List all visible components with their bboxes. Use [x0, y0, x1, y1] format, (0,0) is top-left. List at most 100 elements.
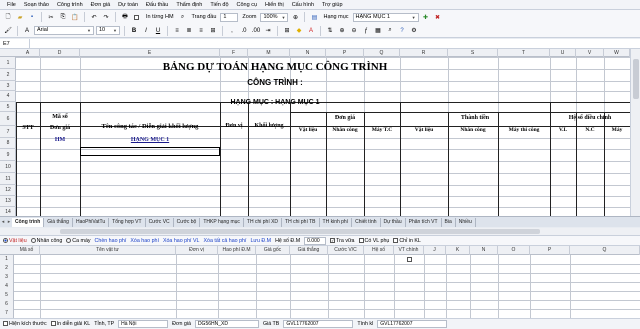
- sheet-tab[interactable]: Chiết tính: [352, 217, 381, 227]
- save-norm-link[interactable]: Lưu Đ.M: [250, 238, 271, 244]
- italic-icon[interactable]: I: [141, 26, 151, 36]
- decimal-decrease-icon[interactable]: .00: [251, 26, 261, 36]
- row-header[interactable]: 2: [0, 69, 16, 81]
- indent-icon[interactable]: ⇥: [263, 26, 273, 36]
- material-column-header[interactable]: Cước V/C: [328, 246, 364, 255]
- material-column-header[interactable]: Đơn vị: [176, 246, 218, 255]
- bold-icon[interactable]: B: [129, 26, 139, 36]
- sheet-tab[interactable]: Công trình: [12, 217, 45, 227]
- print-icon[interactable]: 🖶: [120, 12, 130, 22]
- help-icon[interactable]: ?: [397, 26, 407, 36]
- row-header[interactable]: 10: [0, 161, 16, 173]
- vt-chinh-checkbox[interactable]: [407, 257, 412, 262]
- menu-item[interactable]: Thẩm định: [172, 0, 206, 9]
- find-icon[interactable]: ⌕: [385, 26, 395, 36]
- material-row-header[interactable]: 5: [0, 291, 14, 300]
- row-header[interactable]: 3: [0, 81, 16, 91]
- material-column-header[interactable]: Mã số: [14, 246, 40, 255]
- scrollbar-thumb[interactable]: [60, 229, 540, 234]
- delete-consumption-link[interactable]: Xóa hao phí: [130, 238, 159, 244]
- row-header[interactable]: 14: [0, 207, 16, 216]
- sheet-tab[interactable]: Cước bộ: [174, 217, 201, 227]
- column-header[interactable]: E: [80, 49, 220, 57]
- material-row-header[interactable]: 4: [0, 282, 14, 291]
- scrollbar-thumb[interactable]: [633, 59, 639, 99]
- delete-row-icon[interactable]: ⊖: [349, 26, 359, 36]
- new-file-icon[interactable]: 🗋: [3, 12, 13, 22]
- align-right-icon[interactable]: ≡: [196, 26, 206, 36]
- row7-code[interactable]: HM: [40, 137, 80, 143]
- show-size-checkbox[interactable]: Hiện kích thước: [3, 321, 47, 327]
- material-price-select[interactable]: GVL17762007: [283, 320, 354, 328]
- row-header[interactable]: 8: [0, 138, 16, 149]
- underline-icon[interactable]: U: [153, 26, 163, 36]
- decimal-increase-icon[interactable]: .0: [239, 26, 249, 36]
- material-column-header[interactable]: VT chính: [394, 246, 424, 255]
- column-header[interactable]: T: [498, 49, 550, 57]
- sheet-tab[interactable]: TH kinh phí: [320, 217, 353, 227]
- material-grid[interactable]: Mã số Tên vật tư Đơn vị Hao phí Đ.M Giá gốc G…: [0, 246, 640, 318]
- cell-reference[interactable]: E7: [0, 38, 30, 49]
- row-header[interactable]: 12: [0, 185, 16, 196]
- column-header[interactable]: R: [400, 49, 448, 57]
- sheet-tab[interactable]: Dự thầu: [381, 217, 406, 227]
- menu-item[interactable]: Dự toán: [114, 0, 142, 9]
- row7-name[interactable]: HẠNG MỤC 1: [80, 137, 220, 143]
- align-center-icon[interactable]: ≣: [184, 26, 194, 36]
- insert-consumption-link[interactable]: Chèn hao phí: [95, 238, 127, 244]
- menu-item[interactable]: Soạn thảo: [20, 0, 53, 9]
- column-header[interactable]: S: [448, 49, 498, 57]
- horizontal-scrollbar[interactable]: [0, 228, 640, 235]
- material-column-header[interactable]: Tên vật tư: [40, 246, 176, 255]
- sheet-tab[interactable]: Giá thắng: [44, 217, 73, 227]
- menu-item[interactable]: Cấu hình: [288, 0, 318, 9]
- zoom-in-icon[interactable]: ⊕: [290, 12, 300, 22]
- material-column-header[interactable]: P: [530, 246, 570, 255]
- borders-icon[interactable]: ⊞: [282, 26, 292, 36]
- sheet-tab[interactable]: TH chi phí XD: [244, 217, 283, 227]
- sheet-tab[interactable]: Bia: [442, 217, 456, 227]
- cut-icon[interactable]: ✂: [46, 12, 56, 22]
- menu-item[interactable]: Trợ giúp: [318, 0, 347, 9]
- sheet-tab[interactable]: Phân tích VT: [406, 217, 442, 227]
- sheet-tab[interactable]: HaoPhiVatTu: [73, 217, 110, 227]
- copy-icon[interactable]: ⎘: [58, 12, 68, 22]
- page-start-input[interactable]: 1: [220, 12, 239, 22]
- selected-cell[interactable]: [80, 147, 220, 156]
- formula-icon[interactable]: ƒ: [361, 26, 371, 36]
- zoom-select[interactable]: 100% ▼: [260, 12, 289, 22]
- row-header[interactable]: 1: [0, 57, 16, 69]
- settings-icon[interactable]: ⚙: [409, 26, 419, 36]
- material-row-header[interactable]: 1: [0, 255, 14, 264]
- material-row-header[interactable]: 7: [0, 309, 14, 318]
- undo-icon[interactable]: ↶: [89, 12, 99, 22]
- material-column-header[interactable]: Hao phí Đ.M: [218, 246, 256, 255]
- column-header[interactable]: F: [220, 49, 248, 57]
- material-column-header[interactable]: K: [446, 246, 470, 255]
- calc-select[interactable]: GVL17762007: [377, 320, 448, 328]
- delete-consumption-vl-link[interactable]: Xóa hao phí VL: [163, 238, 200, 244]
- sort-icon[interactable]: ⇅: [325, 26, 335, 36]
- font-name-select[interactable]: Arial ▼: [34, 26, 94, 35]
- formula-input[interactable]: [30, 39, 640, 49]
- font-color-icon[interactable]: A: [306, 26, 316, 36]
- province-select[interactable]: Hà Nội: [118, 320, 169, 328]
- column-header[interactable]: A: [16, 49, 40, 57]
- menu-item[interactable]: Công cụ: [233, 0, 262, 9]
- sheet-tab[interactable]: Cước VC: [146, 217, 174, 227]
- estimate-sheet[interactable]: ADEFMNPQRSTUVWX 123456789101112131415 BẢ…: [0, 49, 630, 216]
- material-column-header[interactable]: O: [498, 246, 530, 255]
- menu-item[interactable]: Tiến độ: [206, 0, 232, 9]
- row-header[interactable]: 7: [0, 126, 16, 138]
- hangmuc-icon[interactable]: ▤: [309, 12, 319, 22]
- row-header[interactable]: 11: [0, 173, 16, 185]
- column-header[interactable]: U: [550, 49, 576, 57]
- column-header[interactable]: M: [248, 49, 290, 57]
- delete-hangmuc-icon[interactable]: ✖: [433, 12, 443, 22]
- comma-style-icon[interactable]: ,: [227, 26, 237, 36]
- row-header[interactable]: 6: [0, 112, 16, 126]
- column-header[interactable]: W: [604, 49, 630, 57]
- print-checkbox[interactable]: [132, 12, 142, 22]
- row-header[interactable]: 13: [0, 196, 16, 207]
- paste-icon[interactable]: 📋: [70, 12, 80, 22]
